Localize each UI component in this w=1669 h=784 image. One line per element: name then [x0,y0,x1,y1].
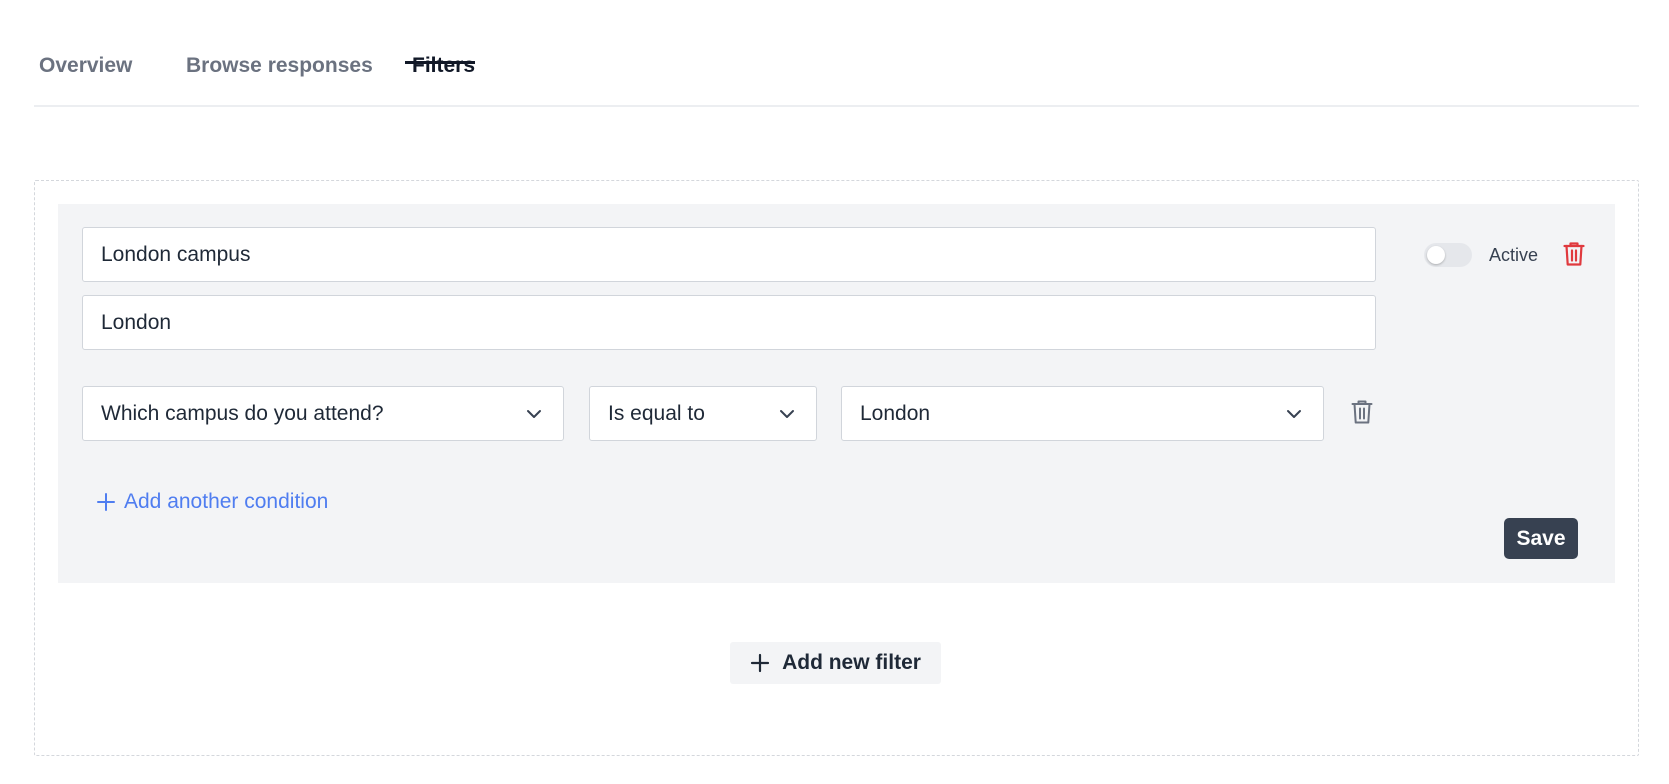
tab-filters[interactable]: Filters [412,44,475,107]
chevron-down-icon [778,404,798,424]
question-select[interactable]: Which campus do you attend? [82,386,564,441]
chevron-down-icon [525,404,545,424]
page: Overview Browse responses Filters Active… [0,0,1669,784]
tab-bar: Overview Browse responses Filters [34,44,1639,107]
tab-filters-label: Filters [412,54,476,77]
delete-filter-button[interactable] [1562,240,1586,268]
operator-select[interactable]: Is equal to [589,386,817,441]
toggle-knob [1427,246,1445,264]
plus-icon [97,493,115,511]
active-label: Active [1489,245,1539,265]
save-button[interactable]: Save [1504,518,1578,559]
value-select-value: London [860,401,931,425]
plus-icon [750,653,770,673]
delete-condition-button[interactable] [1350,398,1374,426]
operator-select-value: Is equal to [608,401,705,425]
chevron-down-icon [1285,404,1305,424]
active-toggle[interactable] [1424,243,1472,267]
filter-name-input[interactable] [82,227,1376,282]
save-button-label: Save [1516,526,1566,550]
tab-browse-responses[interactable]: Browse responses [186,44,373,107]
active-tab-indicator [405,61,475,64]
tab-browse-responses-label: Browse responses [186,54,373,77]
add-condition-label: Add another condition [124,490,329,513]
value-select[interactable]: London [841,386,1324,441]
question-select-value: Which campus do you attend? [101,401,384,425]
trash-icon [1563,242,1585,266]
add-new-filter-button[interactable]: Add new filter [730,642,941,684]
filter-description-input[interactable] [82,295,1376,350]
tab-overview-label: Overview [39,54,133,77]
add-new-filter-label: Add new filter [782,651,921,674]
tab-overview[interactable]: Overview [39,44,132,107]
add-condition-link[interactable]: Add another condition [96,490,328,514]
trash-icon [1351,400,1373,424]
